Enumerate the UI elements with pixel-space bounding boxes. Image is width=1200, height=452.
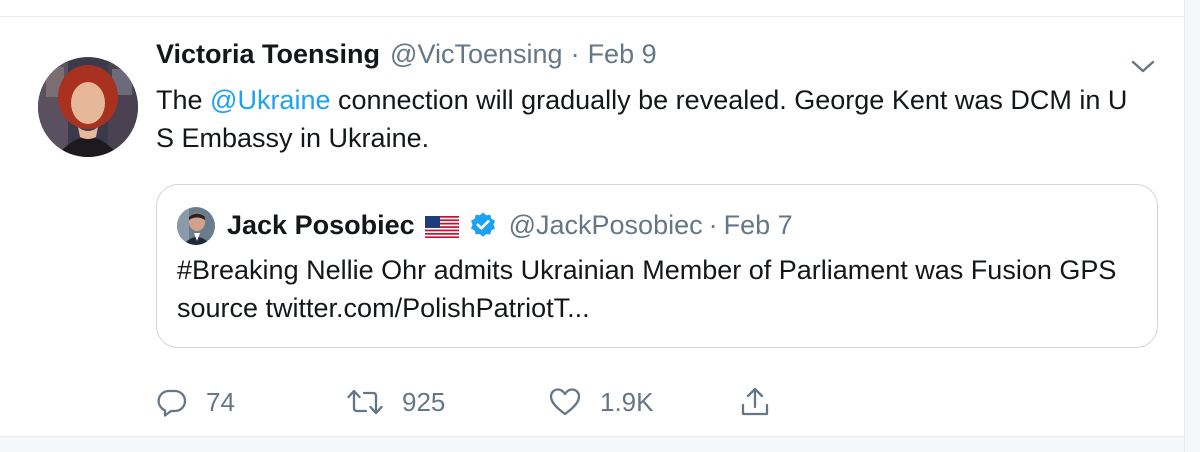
quoted-tweet-text: #Breaking Nellie Ohr admits Ukrainian Me… — [177, 255, 1117, 323]
reply-icon — [156, 386, 188, 418]
quoted-separator-dot: · — [708, 209, 718, 240]
tweet-card[interactable]: Victoria Toensing @VicToensing · Feb 9 T… — [0, 17, 1184, 436]
tweet-header: Victoria Toensing @VicToensing · Feb 9 — [156, 39, 657, 79]
top-border — [0, 0, 1184, 17]
right-border — [1184, 0, 1200, 452]
avatar-photo-icon[interactable] — [38, 57, 138, 157]
bottom-border — [0, 436, 1184, 452]
tweet-text-prefix: The — [156, 85, 211, 115]
retweet-count: 925 — [402, 386, 446, 417]
tweet-text: The @Ukraine connection will gradually b… — [156, 81, 1146, 157]
verified-badge-icon — [469, 211, 497, 239]
share-icon — [738, 385, 772, 419]
share-button[interactable] — [738, 382, 772, 422]
reply-button[interactable]: 74 — [156, 382, 235, 422]
us-flag-icon — [424, 214, 459, 239]
author-name[interactable]: Victoria Toensing — [156, 39, 380, 70]
tweet-date[interactable]: Feb 9 — [588, 39, 657, 70]
retweet-icon — [346, 386, 384, 418]
action-bar: 74 925 1.9K — [156, 382, 856, 422]
author-handle[interactable]: @VicToensing — [390, 39, 563, 70]
quoted-avatar-icon[interactable] — [177, 207, 215, 245]
quoted-author-handle[interactable]: @JackPosobiec — [509, 210, 703, 241]
mention-link[interactable]: @Ukraine — [210, 85, 330, 115]
chevron-down-icon[interactable] — [1128, 57, 1158, 77]
like-button[interactable]: 1.9K — [548, 382, 654, 422]
quoted-author-name[interactable]: Jack Posobiec — [227, 210, 415, 241]
quoted-tweet-date[interactable]: Feb 7 — [724, 210, 793, 241]
tweet-page: Victoria Toensing @VicToensing · Feb 9 T… — [0, 0, 1200, 452]
retweet-button[interactable]: 925 — [346, 382, 445, 422]
quoted-tweet[interactable]: Jack Posobiec @JackPosobiec · Feb 7 #Bre… — [156, 184, 1158, 348]
heart-icon — [548, 386, 582, 418]
like-count: 1.9K — [600, 386, 654, 417]
reply-count: 74 — [206, 386, 235, 417]
separator-dot: · — [570, 39, 580, 69]
quoted-header: Jack Posobiec @JackPosobiec · Feb 7 — [227, 205, 793, 245]
